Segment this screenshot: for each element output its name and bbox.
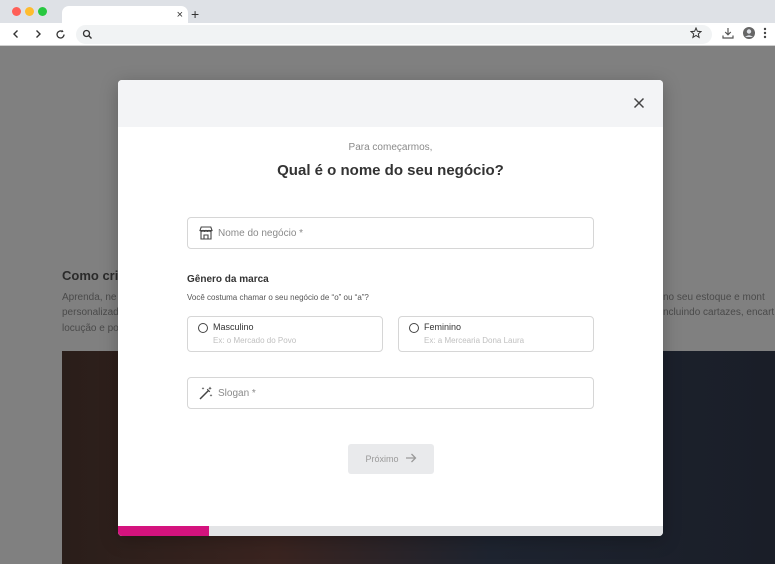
gender-help-text: Você costuma chamar o seu negócio de “o”… xyxy=(187,293,369,302)
background-text-line: personalizad xyxy=(62,307,119,318)
bookmark-star-icon[interactable] xyxy=(689,26,703,44)
background-text-line: no seu estoque e mont xyxy=(663,292,765,303)
radio-button[interactable] xyxy=(409,323,419,333)
menu-dots-icon[interactable] xyxy=(762,26,768,45)
business-name-field[interactable] xyxy=(187,217,594,249)
gender-label: Gênero da marca xyxy=(187,274,269,285)
radio-hint: Ex: o Mercado do Povo xyxy=(213,336,297,345)
modal-header xyxy=(118,80,663,127)
progress-bar-fill xyxy=(118,526,209,536)
radio-button[interactable] xyxy=(198,323,208,333)
store-icon xyxy=(198,225,214,241)
browser-chrome: × + xyxy=(0,0,775,46)
progress-bar xyxy=(118,526,663,536)
browser-toolbar xyxy=(0,23,775,46)
background-text-line: Aprenda, ne xyxy=(62,292,117,303)
background-text-line: locução e po xyxy=(62,323,119,334)
slogan-field[interactable] xyxy=(187,377,594,409)
modal-title: Qual é o nome do seu negócio? xyxy=(277,162,504,179)
reload-icon[interactable] xyxy=(52,26,68,42)
arrow-right-icon xyxy=(405,453,417,465)
browser-tab[interactable]: × xyxy=(62,6,188,24)
forward-icon[interactable] xyxy=(30,26,46,42)
window-maximize-dot[interactable] xyxy=(38,7,47,16)
onboarding-modal: Para começarmos, Qual é o nome do seu ne… xyxy=(118,80,663,536)
background-heading: Como cria xyxy=(62,268,126,283)
next-button-label: Próximo xyxy=(365,454,399,464)
gender-option-masculine[interactable]: Masculino Ex: o Mercado do Povo xyxy=(187,316,383,352)
radio-hint: Ex: a Mercearia Dona Laura xyxy=(424,336,525,345)
tab-close-icon[interactable]: × xyxy=(177,8,183,22)
business-name-input[interactable] xyxy=(218,218,588,248)
gender-option-feminine[interactable]: Feminino Ex: a Mercearia Dona Laura xyxy=(398,316,594,352)
back-icon[interactable] xyxy=(8,26,24,42)
modal-subtitle: Para começarmos, xyxy=(348,142,433,153)
slogan-input[interactable] xyxy=(218,378,588,408)
profile-icon[interactable] xyxy=(742,26,756,45)
close-icon[interactable] xyxy=(632,96,646,110)
address-bar[interactable] xyxy=(76,25,712,44)
radio-label: Masculino xyxy=(213,322,254,332)
radio-label: Feminino xyxy=(424,322,462,332)
download-icon[interactable] xyxy=(721,26,735,45)
new-tab-icon[interactable]: + xyxy=(191,6,199,22)
tab-strip: × + xyxy=(0,0,775,24)
window-close-dot[interactable] xyxy=(12,7,21,16)
search-icon xyxy=(82,27,93,45)
window-minimize-dot[interactable] xyxy=(25,7,34,16)
next-button[interactable]: Próximo xyxy=(348,444,434,474)
magic-wand-icon xyxy=(198,385,214,401)
background-text-line: ncluindo cartazes, encart xyxy=(663,307,775,318)
